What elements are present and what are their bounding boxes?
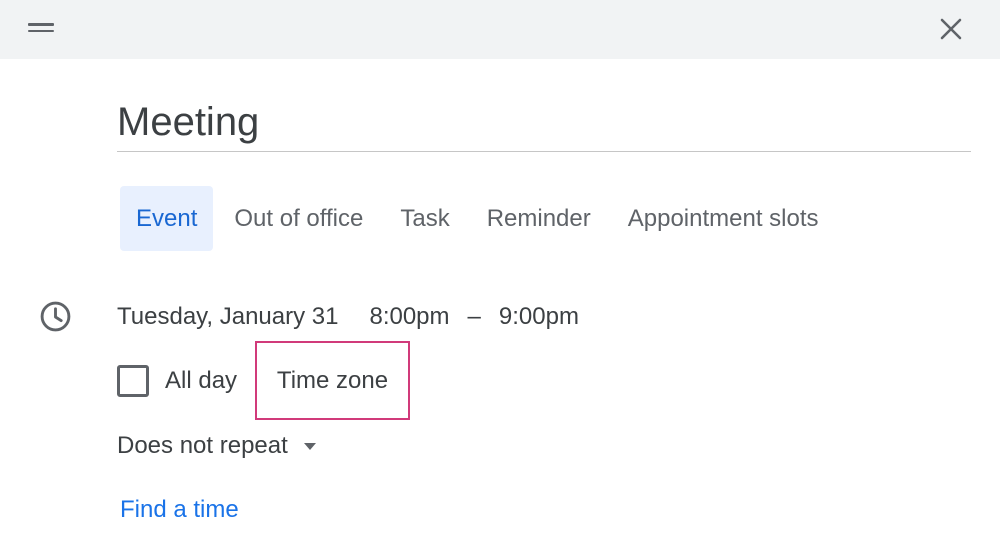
- time-zone-button[interactable]: Time zone: [255, 341, 410, 420]
- event-dialog: Meeting Event Out of office Task Reminde…: [0, 0, 1000, 549]
- title-input[interactable]: Meeting: [117, 92, 971, 150]
- dropdown-arrow-icon: [303, 442, 316, 450]
- event-type-tabs: Event Out of office Task Reminder Appoin…: [120, 186, 840, 251]
- tab-out-of-office[interactable]: Out of office: [218, 186, 379, 251]
- tab-appointment-slots[interactable]: Appointment slots: [612, 186, 835, 251]
- find-a-time-button[interactable]: Find a time: [120, 494, 239, 526]
- tab-task[interactable]: Task: [384, 186, 465, 251]
- all-day-checkbox[interactable]: [117, 365, 149, 397]
- clock-icon: [40, 301, 71, 332]
- all-day-row: All day: [117, 360, 237, 402]
- start-time-picker[interactable]: 8:00pm: [369, 303, 449, 331]
- drag-handle-icon[interactable]: [28, 23, 54, 35]
- datetime-row: Tuesday, January 31 8:00pm – 9:00pm: [117, 300, 579, 334]
- time-zone-label: Time zone: [276, 366, 389, 394]
- date-picker[interactable]: Tuesday, January 31: [117, 303, 338, 331]
- dialog-edge: [996, 59, 1000, 549]
- close-button[interactable]: [930, 8, 972, 50]
- all-day-label: All day: [165, 367, 238, 394]
- title-field[interactable]: Meeting: [117, 92, 971, 152]
- dialog-header: [0, 0, 1000, 59]
- tab-reminder[interactable]: Reminder: [471, 186, 607, 251]
- time-separator: –: [467, 303, 481, 330]
- tab-event[interactable]: Event: [120, 186, 214, 251]
- close-icon: [940, 18, 962, 40]
- repeat-dropdown[interactable]: Does not repeat: [117, 430, 316, 462]
- repeat-value: Does not repeat: [117, 432, 288, 459]
- end-time-picker[interactable]: 9:00pm: [499, 303, 579, 331]
